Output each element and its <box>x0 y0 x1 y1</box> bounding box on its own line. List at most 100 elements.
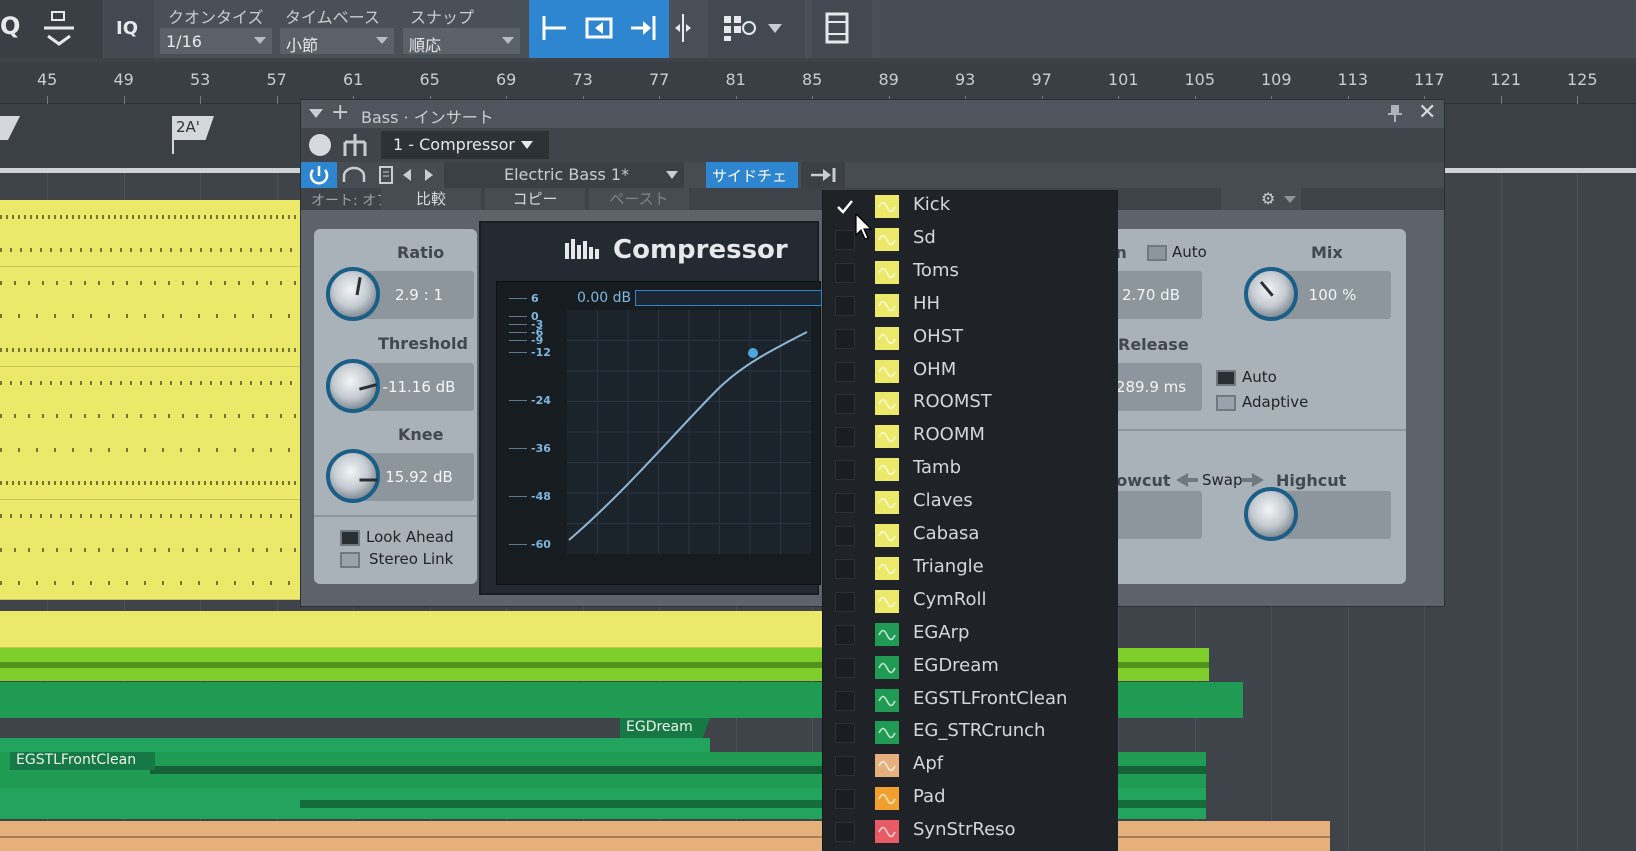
track-clip-drum[interactable] <box>0 233 300 268</box>
routing-icon[interactable] <box>341 132 369 162</box>
threshold-handle[interactable] <box>748 348 758 358</box>
ratio-value[interactable]: 2.9 : 1 <box>364 271 474 319</box>
loop-icon[interactable] <box>585 14 613 46</box>
quantize-q-button[interactable]: Q <box>0 12 20 40</box>
sidechain-checkbox[interactable] <box>835 197 855 217</box>
knee-value[interactable]: 15.92 dB <box>364 453 474 501</box>
sidechain-checkbox[interactable] <box>835 427 855 448</box>
sidechain-checkbox[interactable] <box>835 558 855 579</box>
headphone-icon[interactable] <box>341 166 367 188</box>
track-clip-drum[interactable] <box>0 566 300 601</box>
sidechain-item-egarp[interactable]: EGArp <box>823 618 1119 651</box>
track-clip-drum[interactable] <box>0 266 300 301</box>
track-clip-egdream[interactable] <box>0 738 710 752</box>
sidechain-checkbox[interactable] <box>835 295 855 316</box>
auto-off-button[interactable]: オート: オフ <box>311 190 390 210</box>
bypass-button[interactable] <box>301 162 337 188</box>
sidechain-item-cymroll[interactable]: CymRoll <box>823 585 1119 618</box>
sidechain-checkbox[interactable] <box>835 262 855 283</box>
swap-button[interactable]: Swap <box>1202 471 1243 489</box>
track-clip-drum[interactable] <box>0 399 300 434</box>
timebase-select[interactable]: 小節 <box>280 28 394 55</box>
grid-add-icon[interactable] <box>722 14 756 46</box>
snap-tool-icon[interactable] <box>42 10 76 46</box>
threshold-knob[interactable] <box>326 359 380 413</box>
track-clip-drum[interactable] <box>0 533 300 567</box>
track-clip-drum[interactable] <box>0 433 300 468</box>
sidechain-item-egstlfrontclean[interactable]: EGSTLFrontClean <box>823 684 1119 717</box>
stereo-link-checkbox[interactable] <box>340 552 360 568</box>
sidechain-checkbox[interactable] <box>835 361 855 382</box>
sidechain-item-cabasa[interactable]: Cabasa <box>823 519 1119 552</box>
sidechain-checkbox[interactable] <box>835 822 855 843</box>
sidechain-checkbox[interactable] <box>835 493 855 514</box>
chevron-down-icon[interactable] <box>768 24 782 33</box>
sidechain-button[interactable]: サイドチェーン <box>706 162 798 206</box>
compare-button[interactable]: 比較 <box>381 188 481 210</box>
sidechain-checkbox[interactable] <box>835 526 855 546</box>
track-clip-drum[interactable] <box>0 333 300 368</box>
sidechain-item-roomst[interactable]: ROOMST <box>823 387 1119 420</box>
track-clip-drum[interactable] <box>0 366 300 401</box>
threshold-value[interactable]: -11.16 dB <box>364 363 474 411</box>
sidechain-item-egdream[interactable]: EGDream <box>823 651 1119 684</box>
track-clip-apf[interactable] <box>0 821 1330 851</box>
sidechain-item-ohst[interactable]: OHST <box>823 322 1119 355</box>
paste-button[interactable]: ペースト <box>589 188 689 210</box>
gain-auto-checkbox[interactable] <box>1147 245 1167 261</box>
highcut-knob[interactable] <box>1244 487 1298 541</box>
film-icon[interactable] <box>824 12 850 48</box>
sidechain-checkbox[interactable] <box>835 624 855 645</box>
sidechain-checkbox[interactable] <box>835 756 855 777</box>
transfer-curve-graph[interactable] <box>567 310 811 554</box>
sidechain-item-tamb[interactable]: Tamb <box>823 453 1119 486</box>
sidechain-route-icon[interactable] <box>801 162 845 188</box>
sidechain-item-triangle[interactable]: Triangle <box>823 552 1119 585</box>
gear-icon[interactable]: ⚙ <box>1261 189 1275 208</box>
release-auto-checkbox[interactable] <box>1216 370 1236 386</box>
split-icon[interactable] <box>673 12 693 48</box>
plugin-titlebar[interactable]: + Bass · インサート ✕ <box>301 100 1444 128</box>
sidechain-checkbox[interactable] <box>835 690 855 711</box>
sidechain-item-hh[interactable]: HH <box>823 289 1119 322</box>
pin-icon[interactable] <box>1388 104 1402 126</box>
iq-button[interactable]: IQ <box>116 18 138 39</box>
sidechain-item-toms[interactable]: Toms <box>823 256 1119 289</box>
preset-select[interactable]: Electric Bass 1* <box>444 162 684 188</box>
look-ahead-checkbox[interactable] <box>340 530 360 546</box>
adaptive-checkbox[interactable] <box>1216 395 1236 411</box>
ratio-knob[interactable] <box>326 267 380 321</box>
close-icon[interactable]: ✕ <box>1418 100 1436 125</box>
sidechain-checkbox[interactable] <box>835 723 855 744</box>
align-left-icon[interactable] <box>541 14 569 46</box>
track-clip-drum[interactable] <box>0 200 300 234</box>
chevron-down-icon[interactable] <box>1284 196 1296 203</box>
sidechain-checkbox[interactable] <box>835 460 855 481</box>
sidechain-checkbox[interactable] <box>835 657 855 678</box>
copy-button[interactable]: コピー <box>485 188 585 210</box>
sidechain-item-eg-strcrunch[interactable]: EG_STRCrunch <box>823 716 1119 749</box>
sidechain-item-roomm[interactable]: ROOMM <box>823 420 1119 453</box>
sidechain-checkbox[interactable] <box>835 229 855 250</box>
track-clip-drum[interactable] <box>0 299 300 334</box>
preset-list-icon[interactable] <box>379 166 393 188</box>
sidechain-checkbox[interactable] <box>835 591 855 612</box>
sidechain-item-claves[interactable]: Claves <box>823 486 1119 519</box>
collapse-icon[interactable] <box>309 109 323 118</box>
plugin-slot-select[interactable]: 1 - Compressor <box>381 131 549 159</box>
power-dial-icon[interactable] <box>309 134 331 156</box>
graph-area[interactable]: 0.00 dB 60-3-6-9-12-24-36-48-60 0-6-12-1… <box>496 281 822 585</box>
sidechain-item-ohm[interactable]: OHM <box>823 355 1119 388</box>
snap-select[interactable]: 順応 <box>403 28 520 55</box>
sidechain-item-apf[interactable]: Apf <box>823 749 1119 782</box>
quantize-select[interactable]: 1/16 <box>160 28 272 54</box>
track-clip-drum[interactable] <box>0 499 300 534</box>
knee-knob[interactable] <box>326 449 380 503</box>
sidechain-checkbox[interactable] <box>835 328 855 349</box>
sidechain-item-synstrreso[interactable]: SynStrReso <box>823 815 1119 848</box>
track-clip-cymroll[interactable] <box>0 611 830 648</box>
mix-knob[interactable] <box>1244 267 1298 321</box>
timeline-ruler[interactable]: 45 49 53 57 61 65 69 73 77 81 85 89 93 97 101 105 109 113… <box>0 62 1636 104</box>
track-clip-drum[interactable] <box>0 466 300 501</box>
sidechain-checkbox[interactable] <box>835 789 855 810</box>
